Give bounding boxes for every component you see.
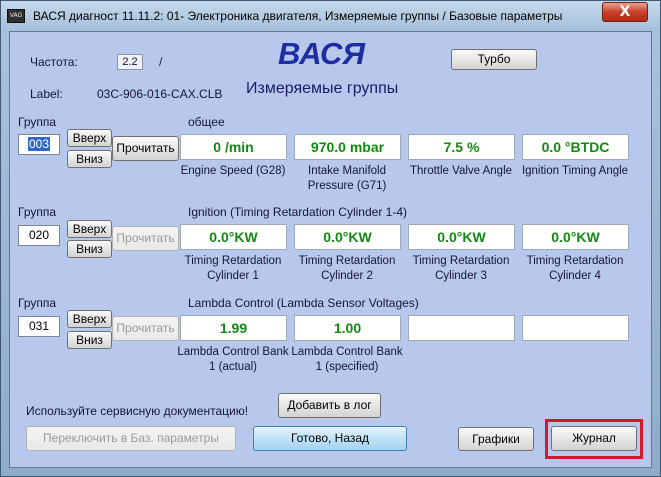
group-read-button[interactable]: Прочитать [112,226,179,251]
value-field-empty [522,315,629,341]
frequency-label: Частота: [30,55,78,69]
value-field: 970.0 mbar [294,134,401,160]
value-field: 0 /min [180,134,287,160]
window-title: ВАСЯ диагност 11.11.2: 01- Электроника д… [33,9,563,23]
label-file: 03C-906-016-CAX.CLB [97,87,223,101]
group-label: Группа [18,296,57,310]
value-field: 0.0°KW [408,224,515,250]
value-caption: Timing Retardation Cylinder 2 [298,255,396,282]
title-bar[interactable]: VAG ВАСЯ диагност 11.11.2: 01- Электрони… [1,1,660,31]
group-label: Группа [18,205,57,219]
group-read-button[interactable]: Прочитать [112,316,179,341]
page-title: Измеряемые группы [246,80,399,97]
value-caption: Lambda Control Bank 1 (specified) [291,346,403,373]
close-button[interactable]: X [602,2,648,22]
value-caption: Lambda Control Bank 1 (actual) [177,346,289,373]
main-panel: Частота: 2.2 / Label: 03C-906-016-CAX.CL… [9,31,652,468]
add-to-log-button[interactable]: Добавить в лог [278,393,381,418]
done-back-button[interactable]: Готово, Назад [253,426,407,451]
app-window: VAG ВАСЯ диагност 11.11.2: 01- Электрони… [0,0,661,477]
group-down-button[interactable]: Вниз [67,240,112,258]
app-icon: VAG [7,9,25,23]
group-up-button[interactable]: Вверх [67,310,112,328]
frequency-slash: / [159,55,163,69]
value-caption: Intake Manifold Pressure (G71) [307,165,387,192]
group-down-button[interactable]: Вниз [67,331,112,349]
group-number-input[interactable]: 031 [18,316,60,337]
group-read-button[interactable]: Прочитать [112,136,179,161]
group-title: общее [188,115,225,129]
value-field: 7.5 % [408,134,515,160]
value-caption: Throttle Valve Angle [409,165,513,177]
value-field: 1.99 [180,315,287,341]
value-caption: Engine Speed (G28) [180,165,286,177]
group-number-input[interactable]: 020 [18,225,60,246]
group-number-text: 003 [27,137,51,151]
value-field: 0.0°KW [294,224,401,250]
value-field-empty [408,315,515,341]
group-down-button[interactable]: Вниз [67,150,112,168]
group-label: Группа [18,115,57,129]
value-field: 0.0 °BTDC [522,134,629,160]
highlight-frame [545,419,643,459]
label-caption: Label: [30,87,63,101]
group-number-input[interactable]: 003 [18,134,60,155]
app-logo-title: ВАСЯ [278,36,366,71]
group-up-button[interactable]: Вверх [67,129,112,147]
service-doc-notice: Используйте сервисную документацию! [26,404,249,418]
group-title: Ignition (Timing Retardation Cylinder 1-… [188,205,407,219]
value-caption: Timing Retardation Cylinder 3 [412,255,510,282]
value-field: 0.0°KW [522,224,629,250]
group-title: Lambda Control (Lambda Sensor Voltages) [188,296,419,310]
turbo-button[interactable]: Турбо [451,49,537,70]
value-field: 0.0°KW [180,224,287,250]
switch-basic-params-button[interactable]: Переключить в Баз. параметры [26,426,236,451]
frequency-value: 2.2 [117,54,143,70]
graphs-button[interactable]: Графики [458,427,534,451]
value-field: 1.00 [294,315,401,341]
value-caption: Ignition Timing Angle [521,165,629,177]
value-caption: Timing Retardation Cylinder 1 [184,255,282,282]
value-caption: Timing Retardation Cylinder 4 [526,255,624,282]
group-up-button[interactable]: Вверх [67,220,112,238]
